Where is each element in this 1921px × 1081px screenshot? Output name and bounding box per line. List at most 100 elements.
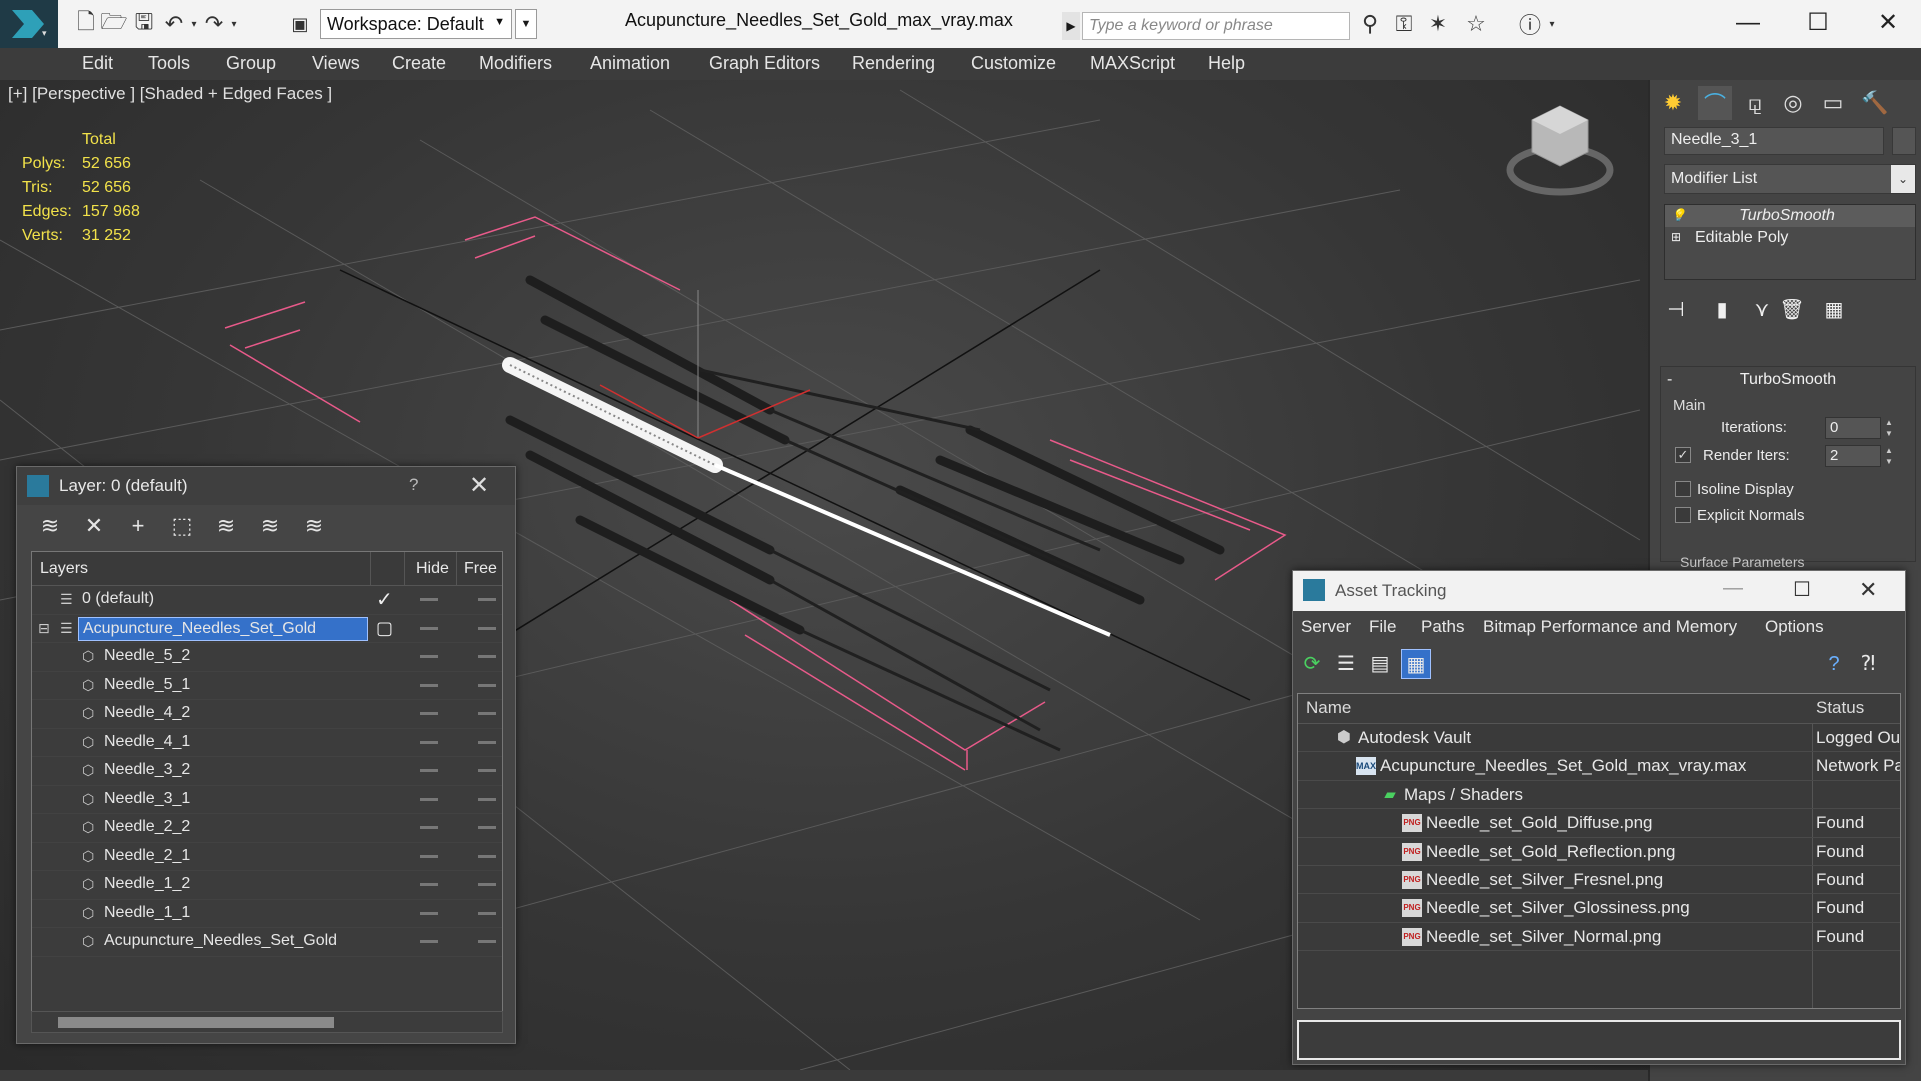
hide-toggle[interactable]: [420, 940, 438, 943]
configure-modifier-sets-icon[interactable]: ▦: [1818, 294, 1850, 326]
asset-row[interactable]: MAX Acupuncture_Needles_Set_Gold_max_vra…: [1298, 752, 1900, 781]
object-row[interactable]: ⬡ Needle_3_1: [32, 786, 502, 814]
search-input[interactable]: Type a keyword or phrase: [1082, 12, 1350, 40]
list-view-icon[interactable]: ☰: [1331, 649, 1361, 679]
hierarchy-tab-icon[interactable]: ⚼: [1738, 86, 1772, 120]
workspace-selector[interactable]: Workspace: Default ▼: [320, 9, 512, 39]
hide-toggle[interactable]: [420, 769, 438, 772]
make-unique-icon[interactable]: ⋎: [1746, 294, 1778, 326]
viewport-label[interactable]: [+] [Perspective ] [Shaded + Edged Faces…: [8, 84, 332, 104]
menu-rendering[interactable]: Rendering: [852, 53, 935, 74]
object-row[interactable]: ⬡ Acupuncture_Needles_Set_Gold: [32, 928, 502, 957]
asset-row[interactable]: PNG Needle_set_Silver_Fresnel.png Found: [1298, 866, 1900, 895]
menu-tools[interactable]: Tools: [148, 53, 190, 74]
modify-tab-icon[interactable]: ⌒: [1698, 86, 1732, 120]
freeze-toggle[interactable]: [478, 940, 496, 943]
save-icon[interactable]: 🖫: [130, 9, 158, 38]
render-iters-checkbox[interactable]: ✓: [1675, 447, 1691, 463]
workspace-menu-button[interactable]: ▼: [515, 9, 537, 39]
surface-parameters-label[interactable]: Surface Parameters: [1680, 554, 1805, 570]
asset-row[interactable]: PNG Needle_set_Silver_Glossiness.png Fou…: [1298, 894, 1900, 923]
hide-toggle[interactable]: [420, 626, 438, 630]
menu-file[interactable]: File: [1369, 617, 1396, 637]
maximize-button[interactable]: ☐: [1793, 577, 1811, 602]
freeze-toggle[interactable]: [478, 797, 496, 801]
hide-toggle[interactable]: [420, 683, 438, 687]
close-icon[interactable]: ✕: [1859, 577, 1877, 603]
column-name[interactable]: Name: [1306, 698, 1351, 718]
freeze-toggle[interactable]: [478, 712, 496, 715]
hide-toggle[interactable]: [420, 826, 438, 829]
stack-item-turbosmooth[interactable]: 💡 TurboSmooth: [1665, 205, 1915, 227]
column-hide[interactable]: Hide: [416, 560, 449, 578]
add-to-layer-icon[interactable]: +: [123, 511, 153, 541]
hide-toggle[interactable]: [420, 854, 438, 858]
open-file-icon[interactable]: 🗁: [100, 9, 128, 38]
asset-row[interactable]: PNG Needle_set_Gold_Reflection.png Found: [1298, 838, 1900, 866]
column-status[interactable]: Status: [1816, 698, 1864, 718]
stack-item-editable-poly[interactable]: ⊞ Editable Poly: [1665, 227, 1915, 249]
menu-customize[interactable]: Customize: [971, 53, 1056, 74]
collapse-icon[interactable]: ⊟: [38, 620, 50, 637]
freeze-toggle[interactable]: [478, 911, 496, 915]
freeze-toggle[interactable]: [478, 655, 496, 658]
scrollbar-thumb[interactable]: [58, 1017, 334, 1028]
freeze-toggle[interactable]: [478, 854, 496, 858]
thumbnail-view-icon[interactable]: ▤: [1365, 649, 1395, 679]
iterations-spinner[interactable]: 0: [1825, 417, 1881, 439]
table-view-icon[interactable]: ▦: [1401, 649, 1431, 679]
project-folder-icon[interactable]: ▣: [286, 10, 314, 38]
freeze-toggle[interactable]: [478, 683, 496, 687]
hide-toggle[interactable]: [420, 740, 438, 744]
freeze-toggle[interactable]: [478, 626, 496, 630]
favorites-star-icon[interactable]: ☆: [1462, 10, 1490, 38]
object-row[interactable]: ⬡ Needle_3_2: [32, 757, 502, 786]
minimize-button[interactable]: —: [1728, 6, 1768, 40]
menu-server[interactable]: Server: [1301, 617, 1351, 637]
render-iters-spinner[interactable]: 2: [1825, 445, 1881, 467]
communication-center-icon[interactable]: ✶: [1424, 10, 1452, 38]
create-layer-icon[interactable]: ≋: [35, 511, 65, 541]
motion-tab-icon[interactable]: ◎: [1776, 86, 1810, 120]
menu-help[interactable]: Help: [1208, 53, 1245, 74]
menu-group[interactable]: Group: [226, 53, 276, 74]
freeze-toggle[interactable]: [478, 883, 496, 886]
object-color-swatch[interactable]: [1892, 127, 1916, 155]
utilities-tab-icon[interactable]: 🔨: [1858, 86, 1892, 120]
set-current-layer-icon[interactable]: ▢: [376, 618, 393, 639]
freeze-toggle[interactable]: [478, 769, 496, 772]
render-iters-spin-arrows[interactable]: ▲ ▼: [1885, 445, 1895, 467]
iterations-spin-arrows[interactable]: ▲ ▼: [1885, 417, 1895, 439]
column-layers[interactable]: Layers: [40, 560, 88, 578]
menu-modifiers[interactable]: Modifiers: [479, 53, 552, 74]
rollout-header[interactable]: - TurboSmooth: [1661, 367, 1915, 393]
asset-row[interactable]: ⬢ Autodesk Vault Logged Ou: [1298, 724, 1900, 753]
freeze-toggle[interactable]: [478, 598, 496, 601]
menu-create[interactable]: Create: [392, 53, 446, 74]
menu-maxscript[interactable]: MAXScript: [1090, 53, 1175, 74]
object-name-field[interactable]: Needle_3_1: [1664, 127, 1884, 155]
layer-horizontal-scrollbar[interactable]: [31, 1011, 503, 1033]
menu-views[interactable]: Views: [312, 53, 360, 74]
binoculars-icon[interactable]: ⚲: [1356, 10, 1384, 38]
isoline-display-checkbox[interactable]: [1675, 481, 1691, 497]
object-row[interactable]: ⬡ Needle_4_2: [32, 700, 502, 729]
show-end-result-icon[interactable]: ▮: [1706, 294, 1738, 326]
current-layer-check-icon[interactable]: ✓: [376, 587, 393, 612]
display-tab-icon[interactable]: ▭: [1816, 86, 1850, 120]
freeze-toggle[interactable]: [478, 740, 496, 744]
create-tab-icon[interactable]: ✹: [1656, 86, 1690, 120]
column-freeze[interactable]: Free: [464, 560, 497, 578]
freeze-toggle[interactable]: [478, 826, 496, 829]
asset-dialog-titlebar[interactable]: Asset Tracking — ☐ ✕: [1293, 571, 1905, 611]
object-row[interactable]: ⬡ Needle_1_2: [32, 871, 502, 900]
help-dropdown-icon[interactable]: ▾: [1538, 10, 1566, 38]
expand-plus-icon[interactable]: ⊞: [1671, 230, 1681, 244]
asset-row[interactable]: ▰ Maps / Shaders: [1298, 781, 1900, 810]
close-window-button[interactable]: ✕: [1868, 6, 1908, 40]
refresh-icon[interactable]: ⟳: [1297, 649, 1327, 679]
remove-modifier-icon[interactable]: 🗑: [1776, 294, 1808, 326]
hide-all-layers-icon[interactable]: ≋: [255, 511, 285, 541]
minimize-button[interactable]: —: [1723, 577, 1743, 600]
pin-stack-icon[interactable]: ⊣: [1660, 294, 1692, 326]
